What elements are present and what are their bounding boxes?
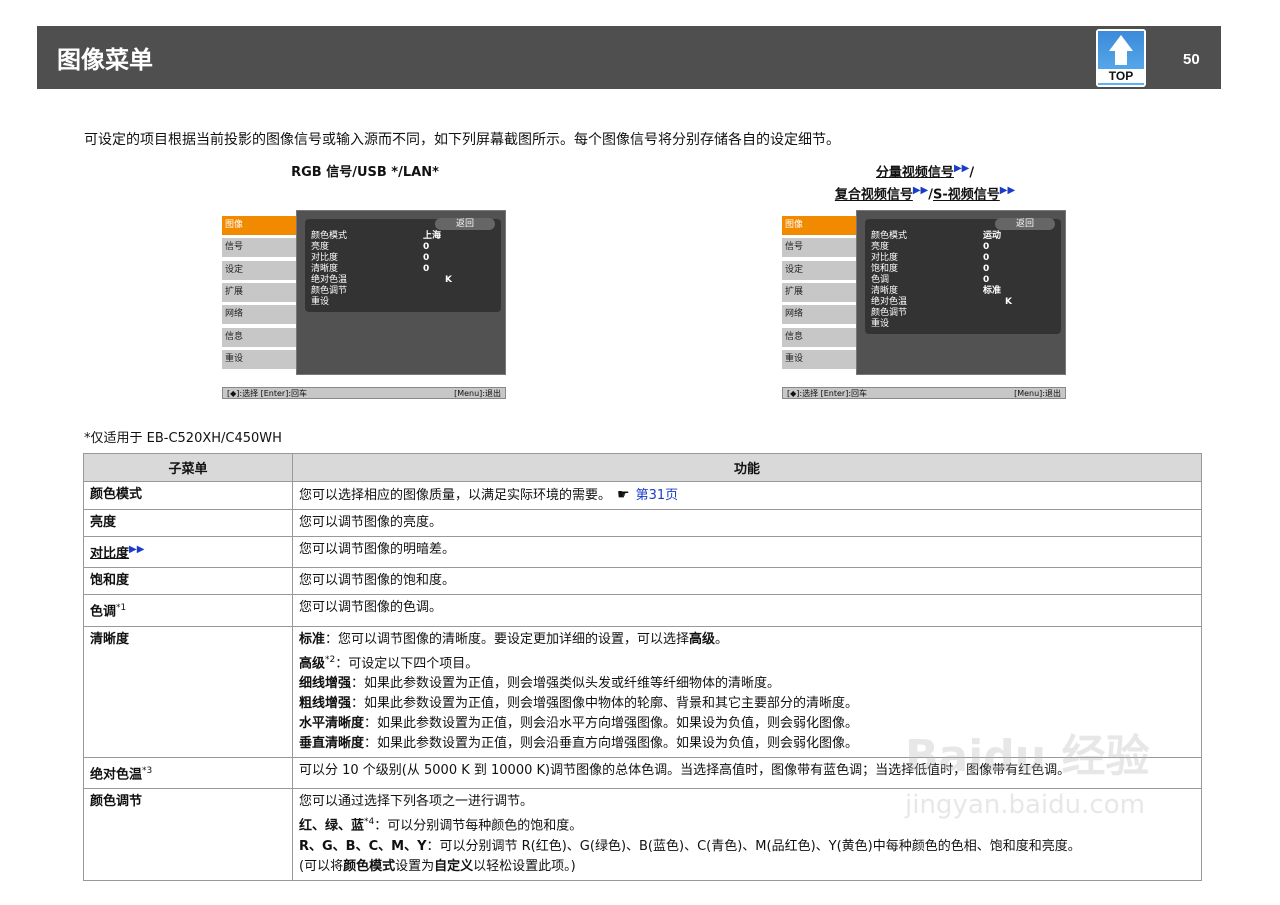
row-key: 颜色调节 (83, 788, 293, 881)
top-label: TOP (1098, 69, 1144, 83)
function-column-header: 功能 (292, 453, 1202, 482)
menu-row: 颜色调节 (871, 308, 908, 318)
table-row: 绝对色温*3 可以分 10 个级别(从 5000 K 到 10000 K)调节图… (83, 756, 1202, 790)
submenu-column-header: 子菜单 (83, 453, 293, 482)
intro-text: 可设定的项目根据当前投影的图像信号或输入源而不同，如下列屏幕截图所示。每个图像信… (84, 132, 840, 148)
menu-item-settings: 设定 (222, 261, 296, 280)
menu-item-settings: 设定 (782, 261, 856, 280)
menu-item-signal: 信号 (222, 238, 296, 257)
menu-row: 对比度 0 (871, 253, 990, 263)
top-button[interactable]: TOP (1096, 29, 1146, 87)
page-header: 图像菜单 TOP 50 (37, 26, 1221, 89)
row-key: 色调*1 (83, 594, 293, 627)
menu-item-extended: 扩展 (222, 283, 296, 302)
glossary-arrow-icon: ▶▶ (129, 544, 145, 555)
row-key: 清晰度 (83, 625, 293, 758)
menu-panel: 返回 颜色模式 运动 亮度 0 对比度 0 饱和度 0 色调 0 清晰度 标准 绝对色温 K … (856, 210, 1066, 375)
menu-back: 返回 (995, 218, 1055, 230)
menu-row: 亮度 0 (311, 242, 430, 252)
menu-row: 绝对色温 K (311, 275, 452, 285)
left-menu-screenshot: 图像 信号 设定 扩展 网络 信息 重设 返回 颜色模式 上海 亮度 0 对比度 0 … (222, 210, 506, 400)
menu-row: 颜色模式 上海 (311, 231, 442, 241)
menu-row: 重设 (871, 319, 890, 329)
table-row: 对比度▶▶ 您可以调节图像的明暗差。 (83, 535, 1202, 569)
top-arrow-icon: TOP (1098, 31, 1144, 85)
row-key: 颜色模式 (83, 481, 293, 510)
row-value: 可以分 10 个级别(从 5000 K 到 10000 K)调节图像的总体色调。… (292, 756, 1202, 790)
table-row: 清晰度 标准：您可以调节图像的清晰度。要设定更加详细的设置，可以选择高级。 高级… (83, 625, 1202, 758)
submenu-list: 返回 颜色模式 运动 亮度 0 对比度 0 饱和度 0 色调 0 清晰度 标准 绝对色温 K … (865, 218, 1061, 334)
menu-item-extended: 扩展 (782, 283, 856, 302)
composite-video-link[interactable]: 复合视频信号 (835, 188, 913, 203)
row-value: 您可以调节图像的饱和度。 (292, 567, 1202, 596)
submenu-table: 子菜单 功能 颜色模式 您可以选择相应的图像质量，以满足实际环境的需要。 ☛ 第31… (83, 453, 1202, 881)
menu-footer: [◆]:选择 [Enter]:回车 [Menu]:退出 (782, 387, 1066, 399)
table-header-row: 子菜单 功能 (83, 453, 1202, 482)
glossary-arrow-icon: ▶▶ (999, 185, 1016, 197)
menu-row: 重设 (311, 297, 330, 307)
menu-row: 色调 0 (871, 275, 990, 285)
component-video-link[interactable]: 分量视频信号 (876, 165, 954, 180)
glossary-arrow-icon: ▶▶ (912, 185, 929, 197)
row-value: 您可以选择相应的图像质量，以满足实际环境的需要。 ☛ 第31页 (292, 481, 1202, 510)
table-row: 亮度 您可以调节图像的亮度。 (83, 509, 1202, 537)
row-value: 您可以通过选择下列各项之一进行调节。 红、绿、蓝*4：可以分别调节每种颜色的饱和… (292, 788, 1202, 881)
menu-item-image: 图像 (782, 216, 856, 235)
table-row: 颜色调节 您可以通过选择下列各项之一进行调节。 红、绿、蓝*4：可以分别调节每种… (83, 788, 1202, 881)
table-row: 颜色模式 您可以选择相应的图像质量，以满足实际环境的需要。 ☛ 第31页 (83, 481, 1202, 510)
menu-row: 饱和度 0 (871, 264, 990, 274)
menu-panel: 返回 颜色模式 上海 亮度 0 对比度 0 清晰度 0 绝对色温 K 颜色调节 重设 (296, 210, 506, 375)
row-key: 对比度▶▶ (83, 535, 293, 569)
menu-row: 清晰度 标准 (871, 286, 1002, 296)
menu-item-image: 图像 (222, 216, 296, 235)
row-value: 标准：您可以调节图像的清晰度。要设定更加详细的设置，可以选择高级。 高级*2：可… (292, 625, 1202, 758)
menu-row: 清晰度 0 (311, 264, 430, 274)
menu-row: 亮度 0 (871, 242, 990, 252)
page-title: 图像菜单 (57, 46, 153, 74)
row-key: 亮度 (83, 509, 293, 537)
menu-item-network: 网络 (222, 305, 296, 324)
menu-item-reset: 重设 (782, 350, 856, 369)
row-key: 绝对色温*3 (83, 756, 293, 790)
menu-row: 对比度 0 (311, 253, 430, 263)
row-value: 您可以调节图像的亮度。 (292, 509, 1202, 537)
row-value: 您可以调节图像的明暗差。 (292, 535, 1202, 569)
right-menu-caption: 分量视频信号▶▶/ 复合视频信号▶▶/S-视频信号▶▶ (834, 163, 1016, 203)
page-number: 50 (1183, 51, 1200, 68)
menu-item-reset: 重设 (222, 350, 296, 369)
pointing-hand-icon: ☛ (617, 487, 630, 503)
table-row: 色调*1 您可以调节图像的色调。 (83, 594, 1202, 627)
page-link[interactable]: 第31页 (636, 488, 679, 503)
menu-item-info: 信息 (782, 328, 856, 347)
model-note: *仅适用于 EB-C520XH/C450WH (84, 431, 282, 446)
menu-row: 颜色调节 (311, 286, 348, 296)
menu-item-signal: 信号 (782, 238, 856, 257)
menu-row: 颜色模式 运动 (871, 231, 1002, 241)
row-value: 您可以调节图像的色调。 (292, 594, 1202, 627)
s-video-link[interactable]: S-视频信号 (933, 188, 1000, 203)
right-menu-screenshot: 图像 信号 设定 扩展 网络 信息 重设 返回 颜色模式 运动 亮度 0 对比度 0 … (782, 210, 1066, 400)
menu-footer: [◆]:选择 [Enter]:回车 [Menu]:退出 (222, 387, 506, 399)
left-menu-caption: RGB 信号/USB */LAN* (291, 165, 439, 180)
table-row: 饱和度 您可以调节图像的饱和度。 (83, 567, 1202, 596)
menu-item-info: 信息 (222, 328, 296, 347)
row-key: 饱和度 (83, 567, 293, 596)
menu-item-network: 网络 (782, 305, 856, 324)
contrast-link[interactable]: 对比度 (90, 546, 129, 561)
submenu-list: 返回 颜色模式 上海 亮度 0 对比度 0 清晰度 0 绝对色温 K 颜色调节 重设 (305, 218, 501, 312)
glossary-arrow-icon: ▶▶ (953, 163, 970, 174)
menu-back: 返回 (435, 218, 495, 230)
menu-row: 绝对色温 K (871, 297, 1012, 307)
